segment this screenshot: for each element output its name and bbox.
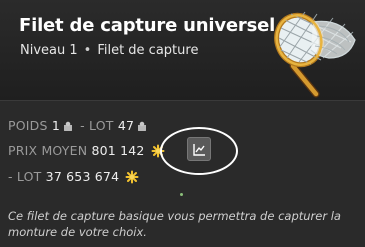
lot-label: - LOT: [80, 118, 114, 133]
weight-row: POIDS 1 - LOT 47: [8, 118, 150, 133]
lot-price-value: 37 653 674: [45, 169, 120, 184]
capture-net-icon: [274, 11, 356, 98]
item-title: Filet de capture universel: [19, 15, 276, 36]
weight-icon: [62, 121, 73, 131]
highlight-ring: [160, 127, 238, 175]
item-subtitle: Niveau 1 • Filet de capture: [20, 43, 198, 58]
weight-icon: [137, 121, 148, 131]
weight-label: POIDS: [8, 118, 48, 133]
separator-dot: •: [83, 43, 92, 58]
avg-price-label: PRIX MOYEN: [8, 143, 88, 158]
item-header: Filet de capture universel Niveau 1 • File…: [0, 0, 365, 100]
item-description: Ce filet de capture basique vous permett…: [8, 209, 341, 239]
item-level: Niveau 1: [20, 43, 78, 58]
item-category: Filet de capture: [97, 43, 199, 58]
avg-price-value: 801 142: [91, 143, 145, 158]
weight-value: 1: [51, 118, 60, 133]
item-tooltip: Filet de capture universel Niveau 1 • File…: [0, 0, 365, 247]
indicator-dot: [180, 193, 183, 196]
avg-price-row: PRIX MOYEN 801 142: [8, 143, 165, 158]
lot-value: 47: [117, 118, 135, 133]
lot-price-row: - LOT 37 653 674: [8, 169, 139, 184]
kama-currency-icon: [125, 170, 139, 184]
lot-price-label: - LOT: [8, 169, 42, 184]
